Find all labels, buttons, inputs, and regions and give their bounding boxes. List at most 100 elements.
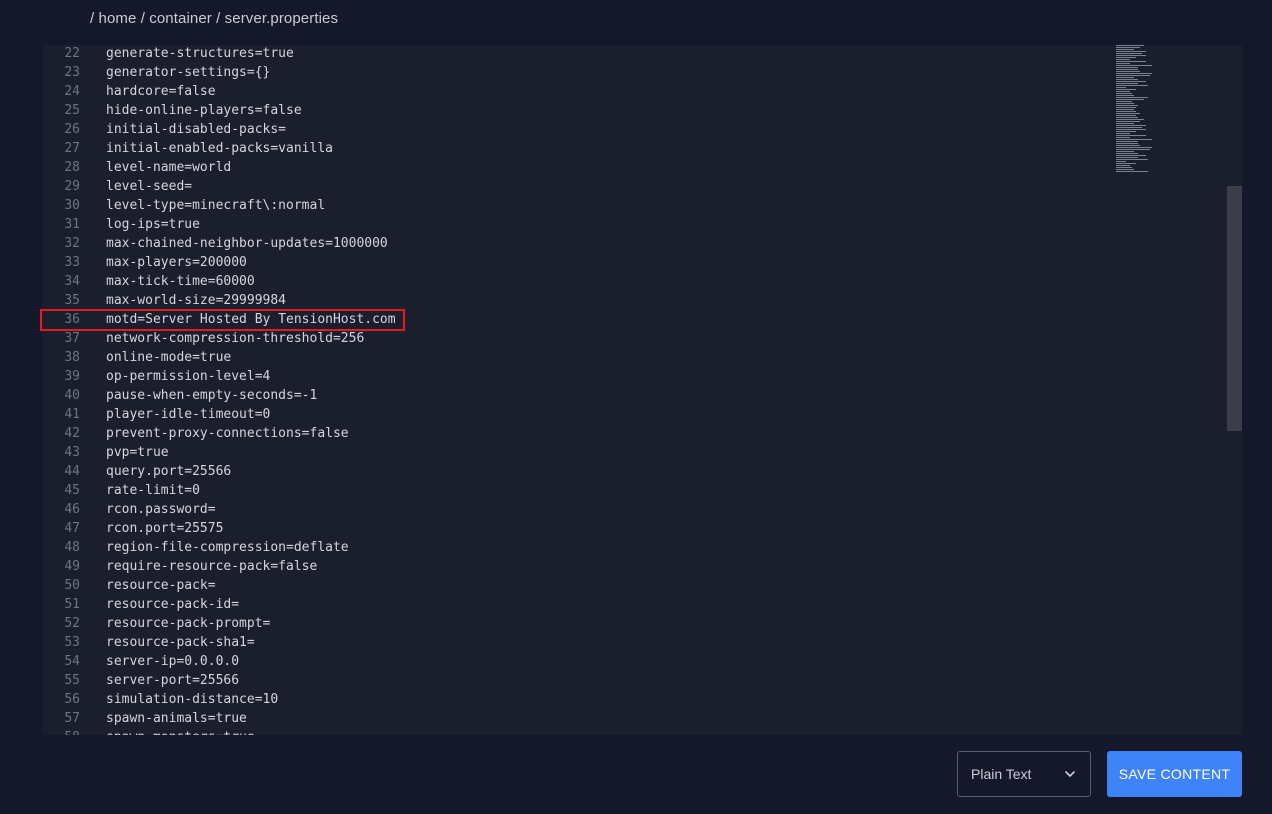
line-number: 35 xyxy=(64,293,80,308)
line-text: hardcore=false xyxy=(106,84,216,99)
minimap-line xyxy=(1116,47,1140,48)
minimap-line xyxy=(1116,111,1136,112)
editor-line[interactable]: 35 max-world-size=29999984 xyxy=(42,291,1112,310)
editor-line[interactable]: 22 generate-structures=true xyxy=(42,45,1112,63)
minimap-line xyxy=(1116,115,1136,116)
minimap-line xyxy=(1116,59,1130,60)
editor-line[interactable]: 34 max-tick-time=60000 xyxy=(42,272,1112,291)
line-text: resource-pack-id= xyxy=(106,597,240,612)
line-text: query.port=25566 xyxy=(106,464,232,479)
line-number: 26 xyxy=(64,122,80,137)
line-text: max-tick-time=60000 xyxy=(106,274,255,289)
line-number: 29 xyxy=(64,179,80,194)
editor-line[interactable]: 27 initial-enabled-packs=vanilla xyxy=(42,139,1112,158)
editor-line[interactable]: 36 motd=Server Hosted By TensionHost.com xyxy=(42,310,1112,329)
minimap-line xyxy=(1116,109,1134,110)
line-number: 52 xyxy=(64,616,80,631)
editor-line[interactable]: 30 level-type=minecraft\:normal xyxy=(42,196,1112,215)
minimap-line xyxy=(1116,137,1130,138)
editor-line[interactable]: 40 pause-when-empty-seconds=-1 xyxy=(42,386,1112,405)
editor-line[interactable]: 57 spawn-animals=true xyxy=(42,709,1112,728)
editor-line[interactable]: 33 max-players=200000 xyxy=(42,253,1112,272)
editor-line[interactable]: 28 level-name=world xyxy=(42,158,1112,177)
minimap-line xyxy=(1116,91,1130,92)
editor-line[interactable]: 58 spawn-monsters=true xyxy=(42,728,1112,735)
line-number: 42 xyxy=(64,426,80,441)
minimap-line xyxy=(1116,129,1146,130)
save-content-button[interactable]: SAVE CONTENT xyxy=(1107,751,1242,797)
editor-line[interactable]: 37 network-compression-threshold=256 xyxy=(42,329,1112,348)
line-text: resource-pack-sha1= xyxy=(106,635,255,650)
minimap-line xyxy=(1116,71,1140,72)
line-number: 51 xyxy=(64,597,80,612)
line-number: 54 xyxy=(64,654,80,669)
line-number: 30 xyxy=(64,198,80,213)
line-number: 34 xyxy=(64,274,80,289)
minimap-line xyxy=(1116,123,1134,124)
editor-line[interactable]: 44 query.port=25566 xyxy=(42,462,1112,481)
line-text: spawn-animals=true xyxy=(106,711,247,726)
line-number: 25 xyxy=(64,103,80,118)
minimap-line xyxy=(1116,131,1136,132)
minimap-line xyxy=(1116,97,1148,98)
editor-line[interactable]: 39 op-permission-level=4 xyxy=(42,367,1112,386)
line-number: 37 xyxy=(64,331,80,346)
minimap-line xyxy=(1116,51,1146,52)
line-text: hide-online-players=false xyxy=(106,103,302,118)
scrollbar-thumb[interactable] xyxy=(1227,186,1242,431)
minimap-line xyxy=(1116,171,1148,172)
line-text: simulation-distance=10 xyxy=(106,692,279,707)
minimap-line xyxy=(1116,57,1136,58)
editor-line[interactable]: 25 hide-online-players=false xyxy=(42,101,1112,120)
code-editor[interactable]: 22 generate-structures=true 23 generator-se… xyxy=(42,45,1242,735)
editor-line[interactable]: 42 prevent-proxy-connections=false xyxy=(42,424,1112,443)
line-number: 23 xyxy=(64,65,80,80)
editor-line[interactable]: 49 require-resource-pack=false xyxy=(42,557,1112,576)
line-text: max-players=200000 xyxy=(106,255,247,270)
minimap-line xyxy=(1116,101,1132,102)
editor-line[interactable]: 29 level-seed= xyxy=(42,177,1112,196)
editor-line[interactable]: 26 initial-disabled-packs= xyxy=(42,120,1112,139)
editor-line[interactable]: 54 server-ip=0.0.0.0 xyxy=(42,652,1112,671)
editor-line[interactable]: 51 resource-pack-id= xyxy=(42,595,1112,614)
minimap-line xyxy=(1116,125,1146,126)
minimap-line xyxy=(1116,169,1134,170)
minimap-line xyxy=(1116,149,1150,150)
minimap-line xyxy=(1116,81,1146,82)
line-text: level-seed= xyxy=(106,179,193,194)
editor-line[interactable]: 56 simulation-distance=10 xyxy=(42,690,1112,709)
minimap-line xyxy=(1116,95,1134,96)
breadcrumb: / home / container / server.properties xyxy=(90,10,339,27)
line-text: generate-structures=true xyxy=(106,46,294,61)
editor-line[interactable]: 48 region-file-compression=deflate xyxy=(42,538,1112,557)
editor-line[interactable]: 24 hardcore=false xyxy=(42,82,1112,101)
editor-line[interactable]: 45 rate-limit=0 xyxy=(42,481,1112,500)
editor-line[interactable]: 38 online-mode=true xyxy=(42,348,1112,367)
editor-line[interactable]: 50 resource-pack= xyxy=(42,576,1112,595)
minimap-line xyxy=(1116,121,1140,122)
editor-line[interactable]: 47 rcon.port=25575 xyxy=(42,519,1112,538)
editor-line[interactable]: 46 rcon.password= xyxy=(42,500,1112,519)
line-number: 33 xyxy=(64,255,80,270)
editor-line[interactable]: 55 server-port=25566 xyxy=(42,671,1112,690)
editor-line[interactable]: 41 player-idle-timeout=0 xyxy=(42,405,1112,424)
line-number: 32 xyxy=(64,236,80,251)
minimap-line xyxy=(1116,85,1148,86)
syntax-mode-select[interactable]: Plain Text xyxy=(957,751,1091,797)
minimap-line xyxy=(1116,143,1138,144)
editor-line[interactable]: 53 resource-pack-sha1= xyxy=(42,633,1112,652)
line-number: 50 xyxy=(64,578,80,593)
editor-line[interactable]: 32 max-chained-neighbor-updates=1000000 xyxy=(42,234,1112,253)
minimap[interactable] xyxy=(1116,45,1176,177)
editor-line[interactable]: 43 pvp=true xyxy=(42,443,1112,462)
editor-line[interactable]: 23 generator-settings={} xyxy=(42,63,1112,82)
minimap-line xyxy=(1116,163,1136,164)
editor-line[interactable]: 31 log-ips=true xyxy=(42,215,1112,234)
minimap-line xyxy=(1116,73,1152,74)
editor-line[interactable]: 52 resource-pack-prompt= xyxy=(42,614,1112,633)
minimap-line xyxy=(1116,87,1126,88)
line-text: max-world-size=29999984 xyxy=(106,293,287,308)
line-text: resource-pack-prompt= xyxy=(106,616,271,631)
line-number: 53 xyxy=(64,635,80,650)
minimap-line xyxy=(1116,49,1134,50)
